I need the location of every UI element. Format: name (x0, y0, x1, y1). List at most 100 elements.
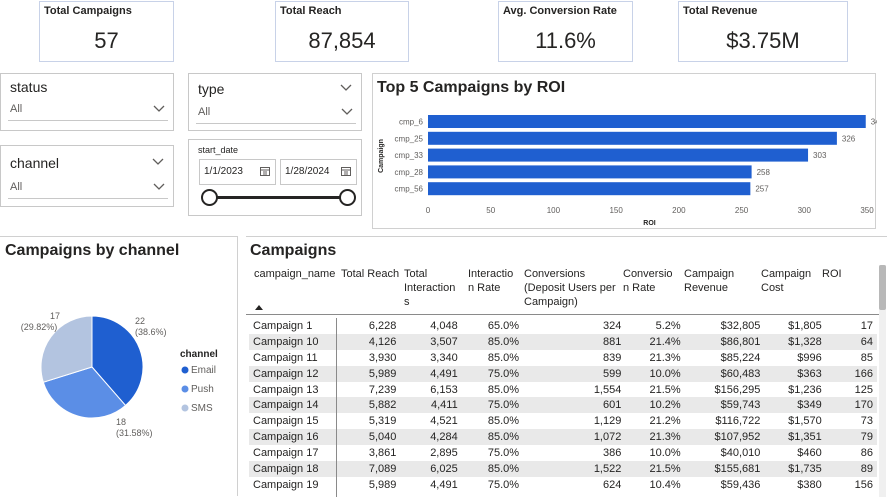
y-tick-label: cmp_56 (395, 185, 424, 194)
kpi-title: Total Campaigns (44, 5, 132, 17)
table-row[interactable]: Campaign 15 5,319 4,521 85.0% 1,129 21.2% $116… (249, 413, 877, 429)
table-scrollbar[interactable] (879, 265, 886, 497)
table-cell: $116,722 (715, 415, 761, 428)
bar (428, 148, 809, 162)
table-cell: 75.0% (461, 397, 524, 414)
type-dropdown[interactable]: All (196, 104, 356, 124)
calendar-icon[interactable] (341, 166, 351, 176)
table-cell: $40,010 (720, 447, 761, 460)
table-row[interactable]: Campaign 13 7,239 6,153 85.0% 1,554 21.5% $156… (249, 382, 877, 398)
column-header[interactable]: Interactio n Rate (468, 267, 513, 295)
x-tick-label: 0 (426, 206, 431, 215)
bar-chart-svg: cmp_6 349 cmp_25 326 cmp_33 303 cmp_28 258 cmp_5… (378, 115, 877, 227)
kpi-title: Total Revenue (683, 5, 758, 17)
legend-label: Email (191, 365, 216, 376)
table-cell: 85.0% (461, 461, 524, 477)
table-cell: 6,153 (430, 383, 458, 396)
table-cell: 89 (825, 461, 877, 477)
column-header[interactable]: Total Reach (341, 267, 399, 281)
calendar-icon[interactable] (260, 166, 270, 176)
channel-dropdown[interactable]: All (8, 179, 168, 199)
table-row[interactable]: Campaign 16 5,040 4,284 85.0% 1,072 21.3% $107… (249, 429, 877, 446)
slicer-title: channel (10, 155, 60, 171)
table-row[interactable]: Campaign 19 5,989 4,491 75.0% 624 10.4% $59,43… (249, 477, 877, 493)
table-cell: 5,319 (368, 415, 397, 428)
chevron-down-icon[interactable] (339, 80, 353, 94)
pie-data-label: 18 (116, 417, 126, 427)
table-cell: $59,436 (720, 478, 761, 491)
table-cell: 1,072 (523, 429, 626, 446)
date-range-track[interactable] (209, 196, 347, 199)
pie-data-label: (31.58%) (116, 428, 153, 438)
table-cell: Campaign 15 (253, 415, 319, 428)
scrollbar-thumb[interactable] (879, 265, 886, 310)
table-cell: 10.0% (649, 447, 681, 460)
table-cell: $460 (797, 447, 822, 460)
start-date-input[interactable]: 1/1/2023 (199, 159, 276, 185)
y-tick-label: cmp_28 (395, 168, 424, 177)
table-cell: Campaign 14 (249, 397, 339, 414)
table-row[interactable]: Campaign 17 3,861 2,895 75.0% 386 10.0% $40,01… (249, 445, 877, 461)
table-cell: $59,743 (684, 397, 765, 414)
table-cell: 2,895 (430, 447, 458, 460)
chevron-down-icon (153, 183, 165, 190)
date-value: 1/1/2023 (204, 166, 243, 177)
table-cell: 79 (825, 429, 877, 446)
column-header[interactable]: ROI (822, 267, 842, 281)
table-row[interactable]: Campaign 10 4,126 3,507 85.0% 881 21.4% $86,80… (249, 333, 877, 350)
column-header[interactable]: Conversio n Rate (623, 267, 673, 295)
table-cell: 5,882 (339, 397, 401, 414)
chevron-down-icon[interactable] (151, 154, 165, 168)
table-cell: 85.0% (487, 383, 520, 396)
column-header[interactable]: campaign_name (254, 267, 335, 281)
table-title: Campaigns (250, 242, 337, 259)
date-value: 1/28/2024 (285, 166, 330, 177)
x-tick-label: 100 (547, 206, 561, 215)
table-cell: Campaign 1 (253, 319, 313, 332)
status-dropdown[interactable]: All (8, 101, 168, 121)
channel-slicer: channel All (0, 145, 174, 207)
table-grid: Campaign 1 6,228 4,048 65.0% 324 5.2% $32,805 $… (249, 318, 877, 493)
end-date-input[interactable]: 1/28/2024 (280, 159, 357, 185)
table-cell: 85.0% (461, 333, 524, 350)
table-cell: 21.5% (649, 383, 681, 396)
sort-ascending-icon[interactable] (255, 305, 263, 310)
legend-label: Push (191, 384, 214, 395)
table-cell: Campaign 10 (249, 333, 339, 350)
pie-data-label: (29.82%) (21, 322, 58, 332)
y-tick-label: cmp_33 (395, 151, 424, 160)
table-row[interactable]: Campaign 14 5,882 4,411 75.0% 601 10.2% $59,74… (249, 397, 877, 414)
kpi-card-avg-conversion-rate: Avg. Conversion Rate 11.6% (498, 1, 633, 62)
column-header[interactable]: Campaign Revenue (684, 267, 734, 295)
table-cell: 10.4% (649, 478, 681, 491)
date-range-end-handle[interactable] (339, 189, 356, 206)
column-header[interactable]: Total Interaction s (404, 267, 455, 309)
table-cell: $60,483 (684, 365, 765, 382)
kpi-card-total-revenue: Total Revenue $3.75M (678, 1, 848, 62)
table-cell: Campaign 11 (253, 351, 318, 364)
x-tick-label: 200 (672, 206, 686, 215)
table-row[interactable]: Campaign 12 5,989 4,491 75.0% 599 10.0% $60,48… (249, 365, 877, 382)
table-cell: 7,089 (339, 461, 401, 477)
table-cell: $1,328 (764, 333, 826, 350)
date-range-start-handle[interactable] (201, 189, 218, 206)
table-cell: 75.0% (487, 447, 520, 460)
table-cell: 6,228 (368, 319, 397, 332)
table-row[interactable]: Campaign 1 6,228 4,048 65.0% 324 5.2% $32,805 $… (249, 318, 877, 334)
table-cell: $156,295 (714, 383, 761, 396)
table-row[interactable]: Campaign 18 7,089 6,025 85.0% 1,522 21.5% $155… (249, 461, 877, 477)
legend-title: channel (180, 349, 218, 360)
top-campaigns-roi-chart: Top 5 Campaigns by ROI cmp_6349cmp_25326… (372, 73, 877, 229)
table-cell: 7,239 (368, 383, 397, 396)
table-cell: 21.2% (649, 415, 681, 428)
data-label: 257 (755, 185, 769, 194)
table-cell: 21.3% (649, 351, 681, 364)
column-header[interactable]: Conversions (Deposit Users per Campaign) (524, 267, 616, 309)
column-header[interactable]: Campaign Cost (761, 267, 811, 295)
x-tick-label: 150 (609, 206, 623, 215)
table-cell: 10.0% (625, 365, 685, 382)
kpi-value: 57 (94, 28, 119, 53)
table-row[interactable]: Campaign 11 3,930 3,340 85.0% 839 21.3% $85,22… (249, 350, 877, 366)
pie-data-label: (38.6%) (135, 327, 167, 337)
table-cell: 5,989 (339, 365, 401, 382)
